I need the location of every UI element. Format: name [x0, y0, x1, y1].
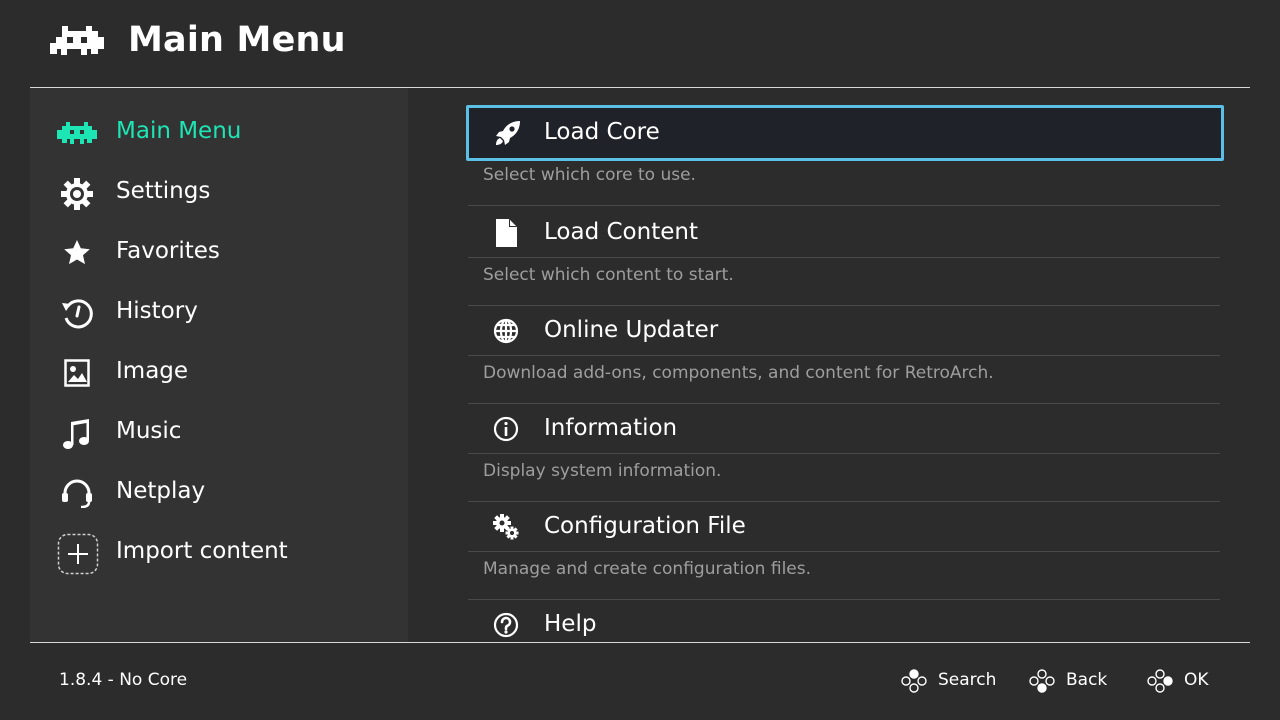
sidebar-item-netplay[interactable]: Netplay — [30, 464, 408, 524]
controller-button-right-icon — [1147, 669, 1173, 693]
menu-item-label: Online Updater — [544, 317, 719, 343]
page-title: Main Menu — [128, 20, 346, 60]
gear-icon — [57, 178, 97, 210]
gears-icon — [493, 514, 519, 540]
file-icon — [496, 219, 517, 247]
add-plus-icon — [57, 533, 99, 575]
menu-item-load-content[interactable]: Load Content — [468, 207, 1220, 258]
sidebar-item-label: Image — [116, 358, 189, 384]
header: Main Menu — [0, 0, 1280, 88]
menu-item-label: Load Core — [544, 119, 660, 145]
retroarch-logo-icon — [50, 26, 104, 55]
sidebar-item-main-menu[interactable]: Main Menu — [30, 104, 408, 164]
menu-item-description: Select which content to start. — [483, 265, 734, 285]
menu-item-description: Display system information. — [483, 461, 722, 481]
menu-item-label: Load Content — [544, 219, 698, 245]
menu-item-online-updater[interactable]: Online Updater — [468, 305, 1220, 356]
menu-item-load-core[interactable]: Load Core — [466, 105, 1224, 161]
sidebar-item-history[interactable]: History — [30, 284, 408, 344]
list-item: Information Display system information. — [468, 403, 1220, 502]
search-button-label: Search — [938, 670, 997, 690]
globe-icon — [493, 318, 519, 344]
image-icon — [57, 358, 97, 390]
sidebar-item-music[interactable]: Music — [30, 404, 408, 464]
sidebar-item-label: Music — [116, 418, 182, 444]
sidebar-item-label: Netplay — [116, 478, 206, 504]
sidebar-item-favorites[interactable]: Favorites — [30, 224, 408, 284]
menu-item-description: Select which core to use. — [483, 165, 696, 185]
menu-item-information[interactable]: Information — [468, 403, 1220, 454]
back-button-label: Back — [1066, 670, 1108, 690]
sidebar-item-settings[interactable]: Settings — [30, 164, 408, 224]
menu-list: Load Core Select which core to use. Load… — [408, 88, 1280, 642]
version-info: 1.8.4 - No Core — [59, 670, 188, 690]
star-icon — [57, 238, 97, 270]
menu-item-description: Manage and create configuration files. — [483, 559, 812, 579]
list-item: Help — [468, 599, 1220, 642]
controller-button-bottom-icon — [1029, 669, 1055, 693]
divider — [468, 205, 1220, 206]
ok-button-label: OK — [1184, 670, 1209, 690]
music-note-icon — [57, 418, 97, 450]
list-item: Online Updater Download add-ons, compone… — [468, 305, 1220, 404]
help-icon — [493, 612, 519, 638]
menu-item-label: Information — [544, 415, 678, 441]
info-icon — [493, 416, 519, 442]
sidebar-item-label: History — [116, 298, 198, 324]
menu-item-description: Download add-ons, components, and conten… — [483, 363, 994, 383]
headset-icon — [57, 478, 97, 510]
footer: 1.8.4 - No Core Search Back OK — [0, 643, 1280, 720]
sidebar-item-label: Settings — [116, 178, 211, 204]
menu-item-configuration-file[interactable]: Configuration File — [468, 501, 1220, 552]
history-clock-icon — [57, 298, 97, 330]
list-item: Load Core Select which core to use. — [466, 105, 1224, 206]
controller-button-top-icon — [901, 669, 927, 693]
rocket-icon — [496, 121, 520, 145]
sidebar-item-import-content[interactable]: Import content — [30, 524, 408, 584]
sidebar: Main Menu Settings Favorites History Ima… — [30, 88, 408, 642]
sidebar-item-label: Main Menu — [116, 118, 242, 144]
list-item: Load Content Select which content to sta… — [468, 207, 1220, 306]
list-item: Configuration File Manage and create con… — [468, 501, 1220, 600]
sidebar-item-label: Favorites — [116, 238, 220, 264]
sidebar-item-label: Import content — [116, 538, 288, 564]
menu-item-help[interactable]: Help — [468, 599, 1220, 642]
sidebar-item-image[interactable]: Image — [30, 344, 408, 404]
menu-item-label: Help — [544, 611, 597, 637]
retroarch-invader-icon — [57, 118, 97, 150]
menu-item-label: Configuration File — [544, 513, 746, 539]
